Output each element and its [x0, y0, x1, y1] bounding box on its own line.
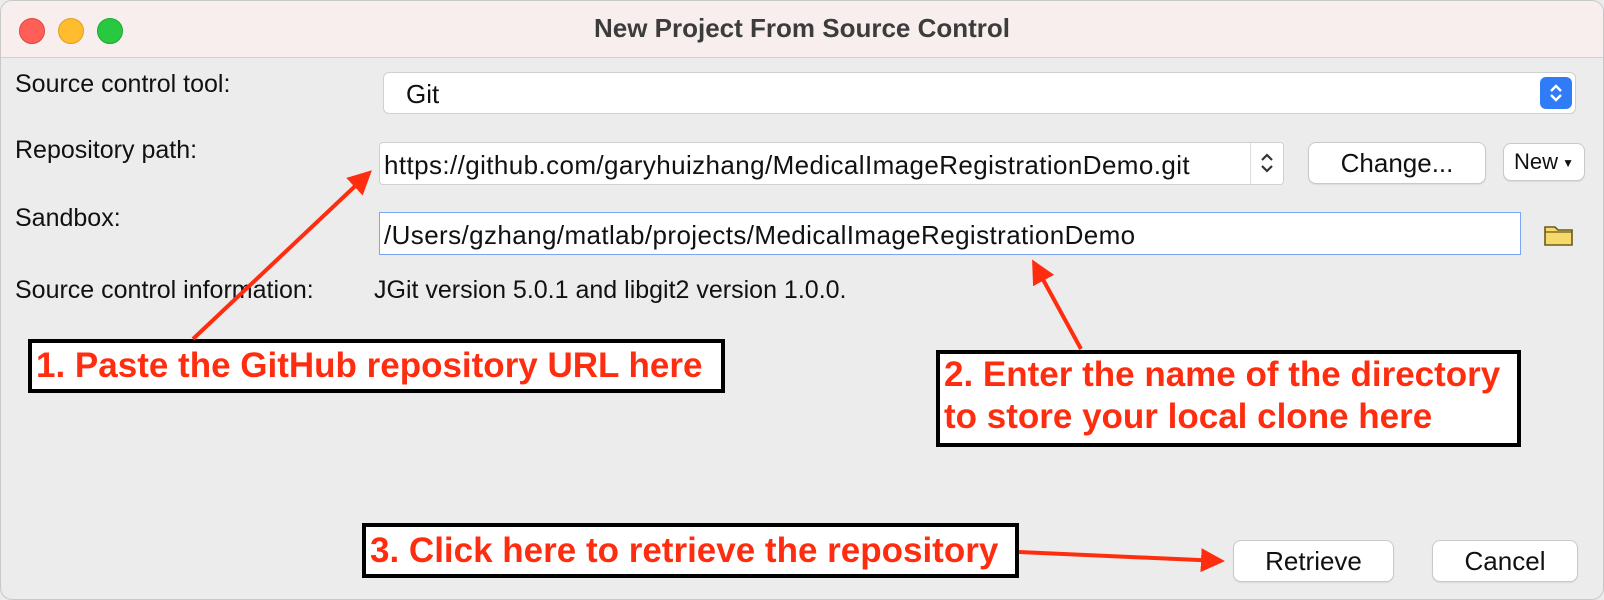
select-arrows-icon[interactable]	[1540, 77, 1572, 109]
source-control-tool-label: Source control tool:	[15, 70, 231, 98]
source-control-information-label: Source control information:	[15, 276, 314, 304]
arrow-step2	[1032, 259, 1083, 350]
source-control-tool-select[interactable]: Git	[383, 72, 1576, 114]
sandbox-field[interactable]: /Users/gzhang/matlab/projects/MedicalIma…	[379, 212, 1521, 255]
arrow-step1	[191, 170, 372, 341]
sandbox-label: Sandbox:	[15, 204, 121, 232]
change-button[interactable]: Change...	[1308, 142, 1486, 184]
source-control-information-value: JGit version 5.0.1 and libgit2 version 1…	[374, 276, 847, 304]
caret-down-icon: ▼	[1562, 156, 1574, 171]
folder-icon[interactable]	[1543, 223, 1575, 252]
new-button-label: New	[1514, 149, 1559, 174]
retrieve-button[interactable]: Retrieve	[1233, 540, 1394, 582]
annotation-step2-line2: to store your local clone here	[944, 397, 1433, 436]
annotation-step1: 1. Paste the GitHub repository URL here	[28, 339, 725, 393]
annotation-step2-line1: 2. Enter the name of the directory	[944, 355, 1501, 394]
annotation-step3: 3. Click here to retrieve the repository	[362, 523, 1019, 578]
title-bar: New Project From Source Control	[1, 1, 1603, 58]
sandbox-input[interactable]: /Users/gzhang/matlab/projects/MedicalIma…	[384, 220, 1136, 251]
combo-arrows-icon[interactable]	[1250, 143, 1283, 184]
repository-path-combobox[interactable]: https://github.com/garyhuizhang/MedicalI…	[379, 142, 1284, 185]
dialog-window: New Project From Source Control Source c…	[0, 0, 1604, 600]
arrow-step3	[1018, 548, 1225, 573]
repository-path-label: Repository path:	[15, 136, 198, 164]
repository-path-input[interactable]: https://github.com/garyhuizhang/MedicalI…	[384, 150, 1249, 181]
new-button[interactable]: New ▼	[1503, 143, 1585, 181]
annotation-step2: 2. Enter the name of the directory to st…	[936, 350, 1521, 447]
window-title: New Project From Source Control	[593, 13, 1011, 43]
cancel-button[interactable]: Cancel	[1432, 540, 1578, 582]
source-control-tool-value: Git	[406, 79, 440, 109]
